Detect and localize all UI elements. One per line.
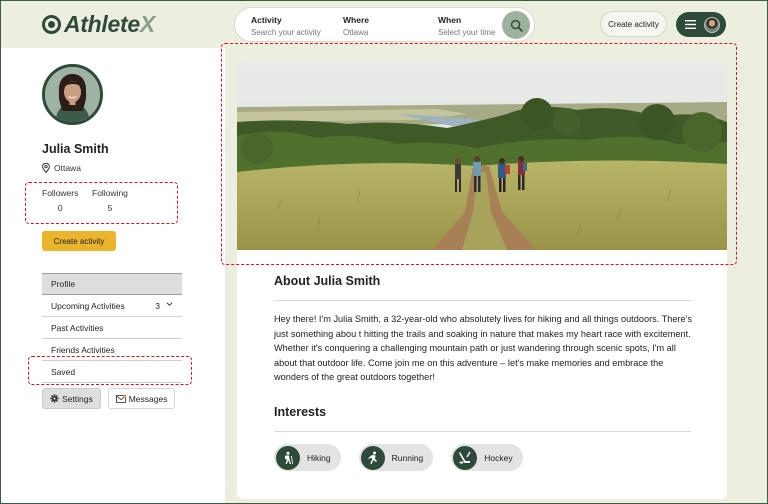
activity-input[interactable]: Search your activity [251,28,321,37]
location-text: Ottawa [54,163,81,173]
search-bar: Activity Search your activity Where Otta… [234,7,535,42]
avatar [704,16,720,33]
bio-text: Hey there! I'm Julia Smith, a 32-year-ol… [274,314,693,382]
divider [274,431,691,432]
menu-item-profile[interactable]: Profile [42,273,182,295]
menu-item-past-activities[interactable]: Past Activities [42,317,182,339]
messages-label: Messages [128,393,168,404]
gear-icon [50,394,59,403]
menu-item-label: Profile [51,279,76,289]
when-field[interactable]: When Select your time [438,15,495,37]
interest-chip-running[interactable]: Running [358,444,434,471]
hiking-icon [276,445,300,470]
upcoming-count: 3 [155,300,160,311]
activity-label: Activity [251,15,282,25]
settings-label: Settings [62,393,93,404]
brand-name: Athlete [64,11,140,37]
interests-list: Hiking Running Hockey [274,444,541,471]
interest-chip-hockey[interactable]: Hockey [451,444,523,471]
interest-label: Hockey [484,452,513,463]
highlight-box-saved [28,356,192,385]
divider [274,300,691,301]
interest-chip-hiking[interactable]: Hiking [274,444,341,471]
where-input[interactable]: Ottawa [343,28,369,37]
profile-location: Ottawa [42,163,81,173]
profile-photo [42,64,103,125]
when-label: When [438,15,462,25]
interest-label: Hiking [307,452,331,463]
highlight-box-cover [221,43,737,265]
hockey-icon [453,445,478,470]
menu-item-upcoming-activities[interactable]: Upcoming Activities 3 [42,295,182,317]
menu-item-label: Friends Activities [51,344,115,355]
search-icon [510,19,523,32]
profile-name: Julia Smith [42,142,109,156]
create-activity-button[interactable]: Create activity [42,231,116,251]
menu-item-label: Past Activities [51,322,104,333]
brand-accent: X [139,11,155,37]
where-label: Where [343,15,369,25]
header-create-activity-button[interactable]: Create activity [600,11,667,37]
user-menu-button[interactable] [676,12,726,37]
hamburger-icon [685,20,696,29]
sidebar-actions: Settings Messages [42,388,182,409]
interests-heading: Interests [274,405,327,419]
location-pin-icon [42,163,50,173]
running-icon [360,445,385,470]
search-button[interactable] [502,11,530,39]
messages-button[interactable]: Messages [107,388,176,409]
activity-field[interactable]: Activity Search your activity [251,15,321,37]
logo-icon [42,15,61,34]
about-heading: About Julia Smith [274,274,381,288]
logo[interactable]: AthleteX [42,11,155,38]
where-field[interactable]: Where Ottawa [343,15,369,37]
settings-button[interactable]: Settings [42,388,101,409]
mail-icon [115,394,126,403]
top-bar: AthleteX Activity Search your activity W… [0,0,768,48]
menu-item-label: Upcoming Activities [51,300,125,311]
interest-label: Running [391,452,424,463]
chevron-down-icon[interactable] [166,301,173,307]
highlight-box-followers [25,182,178,224]
when-input[interactable]: Select your time [438,28,495,37]
profile-sidebar: Julia Smith Ottawa Followers 0 Following… [0,48,225,504]
